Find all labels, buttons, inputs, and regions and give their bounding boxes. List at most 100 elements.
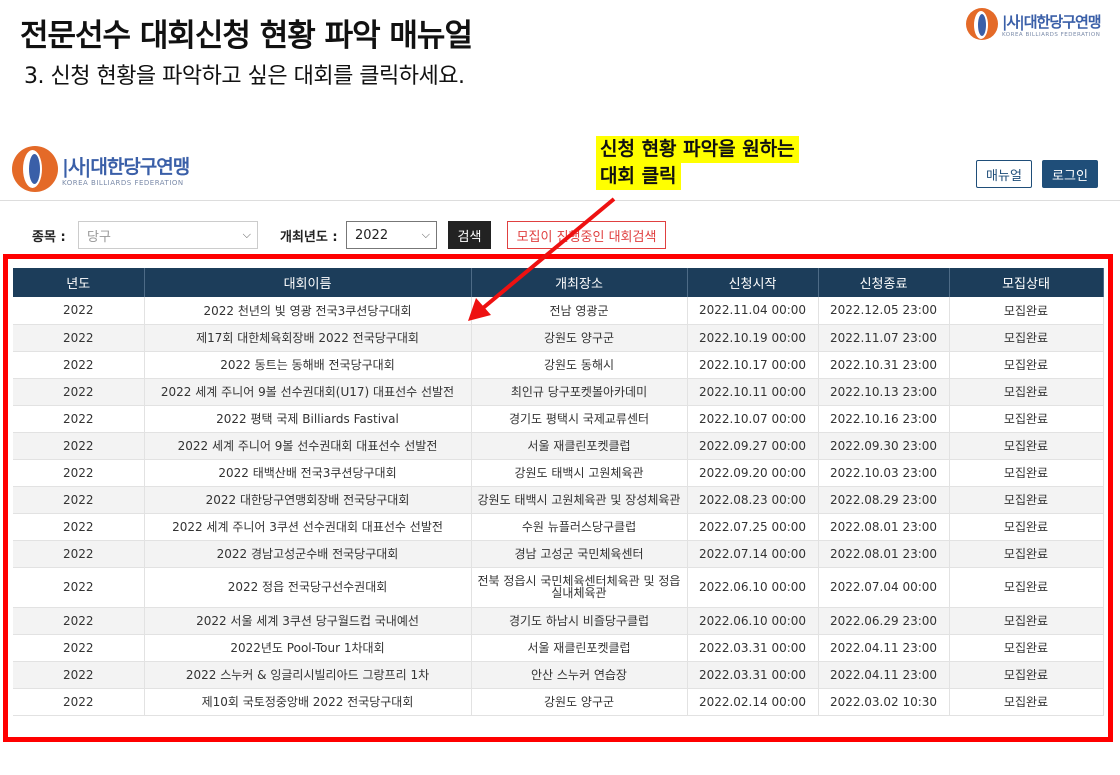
- cell-year: 2022: [13, 688, 145, 716]
- column-header-end[interactable]: 신청종료: [818, 268, 950, 297]
- login-button[interactable]: 로그인: [1042, 160, 1098, 188]
- cell-end: 2022.04.11 23:00: [818, 661, 950, 689]
- cell-venue: 수원 뉴플러스당구클럽: [471, 513, 688, 541]
- cell-competition-name[interactable]: 2022 세계 주니어 3쿠션 선수권대회 대표선수 선발전: [144, 513, 472, 541]
- table-row[interactable]: 2022 제17회 대한체육회장배 2022 전국당구대회 강원도 양구군 2022.…: [13, 324, 1104, 352]
- cell-end: 2022.07.04 00:00: [818, 567, 950, 608]
- cell-venue: 전남 영광군: [471, 297, 688, 325]
- cell-status: 모집완료: [949, 459, 1104, 487]
- cell-competition-name[interactable]: 2022 천년의 빛 영광 전국3쿠션당구대회: [144, 297, 472, 325]
- table-row[interactable]: 2022 2022 서울 세계 3쿠션 당구월드컵 국내예선 경기도 하남시 비즐당…: [13, 607, 1104, 635]
- cell-venue: 경남 고성군 국민체육센터: [471, 540, 688, 568]
- cell-competition-name[interactable]: 2022 평택 국제 Billiards Fastival: [144, 405, 472, 433]
- cell-end: 2022.06.29 23:00: [818, 607, 950, 635]
- cell-competition-name[interactable]: 2022 세계 주니어 9볼 선수권대회 대표선수 선발전: [144, 432, 472, 460]
- cell-competition-name[interactable]: 2022 대한당구연맹회장배 전국당구대회: [144, 486, 472, 514]
- manual-button[interactable]: 매뉴얼: [976, 160, 1032, 188]
- cell-start: 2022.08.23 00:00: [687, 486, 819, 514]
- cell-end: 2022.08.01 23:00: [818, 513, 950, 541]
- table-row[interactable]: 2022 2022 정읍 전국당구선수권대회 전북 정읍시 국민체육센터체육관 및 …: [13, 567, 1104, 608]
- cell-status: 모집완료: [949, 688, 1104, 716]
- table-row[interactable]: 2022 2022 세계 주니어 9볼 선수권대회(U17) 대표선수 선발전 최인…: [13, 378, 1104, 406]
- cell-end: 2022.09.30 23:00: [818, 432, 950, 460]
- cell-year: 2022: [13, 432, 145, 460]
- table-row[interactable]: 2022 2022 세계 주니어 3쿠션 선수권대회 대표선수 선발전 수원 뉴플러…: [13, 513, 1104, 541]
- year-select[interactable]: 2022 ⌵: [346, 221, 437, 249]
- table-row[interactable]: 2022 2022 대한당구연맹회장배 전국당구대회 강원도 태백시 고원체육관 및…: [13, 486, 1104, 514]
- cell-start: 2022.09.27 00:00: [687, 432, 819, 460]
- table-row[interactable]: 2022 2022 경남고성군수배 전국당구대회 경남 고성군 국민체육센터 2022…: [13, 540, 1104, 568]
- column-header-status[interactable]: 모집상태: [949, 268, 1104, 297]
- table-row[interactable]: 2022 2022 천년의 빛 영광 전국3쿠션당구대회 전남 영광군 2022.11…: [13, 297, 1104, 325]
- table-row[interactable]: 2022 제10회 국토정중앙배 2022 전국당구대회 강원도 양구군 2022.0…: [13, 688, 1104, 716]
- table-row[interactable]: 2022 2022 세계 주니어 9볼 선수권대회 대표선수 선발전 서울 재클린포…: [13, 432, 1104, 460]
- chevron-down-icon: ⌵: [421, 228, 430, 241]
- open-recruitment-search-button[interactable]: 모집이 진행중인 대회검색: [507, 221, 666, 249]
- cell-year: 2022: [13, 513, 145, 541]
- site-logo[interactable]: |사|대한당구연맹 KOREA BILLIARDS FEDERATION: [12, 146, 190, 192]
- cell-year: 2022: [13, 486, 145, 514]
- cell-competition-name[interactable]: 2022 동트는 동해배 전국당구대회: [144, 351, 472, 379]
- slide-title: 전문선수 대회신청 현황 파악 매뉴얼: [20, 18, 473, 54]
- logo-korean-name: |사|대한당구연맹: [62, 155, 190, 178]
- cell-year: 2022: [13, 378, 145, 406]
- cell-competition-name[interactable]: 2022년도 Pool-Tour 1차대회: [144, 634, 472, 662]
- cell-venue: 전북 정읍시 국민체육센터체육관 및 정읍실내체육관: [471, 567, 688, 608]
- column-header-venue[interactable]: 개최장소: [471, 268, 688, 297]
- cell-competition-name[interactable]: 2022 서울 세계 3쿠션 당구월드컵 국내예선: [144, 607, 472, 635]
- column-header-start[interactable]: 신청시작: [687, 268, 819, 297]
- table-row[interactable]: 2022 2022 스누커 & 잉글리시빌리아드 그랑프리 1차 안산 스누커 연습…: [13, 661, 1104, 689]
- column-header-name[interactable]: 대회이름: [144, 268, 472, 297]
- cell-end: 2022.10.16 23:00: [818, 405, 950, 433]
- cell-year: 2022: [13, 297, 145, 325]
- cell-status: 모집완료: [949, 567, 1104, 608]
- cell-year: 2022: [13, 607, 145, 635]
- cell-year: 2022: [13, 661, 145, 689]
- cell-venue: 경기도 평택시 국제교류센터: [471, 405, 688, 433]
- cell-start: 2022.10.17 00:00: [687, 351, 819, 379]
- cell-start: 2022.02.14 00:00: [687, 688, 819, 716]
- annotation-callout: 신청 현황 파악을 원하는 대회 클릭: [596, 136, 799, 190]
- table-header-row: 년도 대회이름 개최장소 신청시작 신청종료 모집상태: [13, 268, 1104, 297]
- cell-competition-name[interactable]: 2022 세계 주니어 9볼 선수권대회(U17) 대표선수 선발전: [144, 378, 472, 406]
- cell-end: 2022.03.02 10:30: [818, 688, 950, 716]
- cell-competition-name[interactable]: 2022 스누커 & 잉글리시빌리아드 그랑프리 1차: [144, 661, 472, 689]
- cell-year: 2022: [13, 540, 145, 568]
- cell-year: 2022: [13, 634, 145, 662]
- sport-label: 종목 :: [32, 229, 66, 245]
- table-row[interactable]: 2022 2022 태백산배 전국3쿠션당구대회 강원도 태백시 고원체육관 2022…: [13, 459, 1104, 487]
- cell-competition-name[interactable]: 2022 태백산배 전국3쿠션당구대회: [144, 459, 472, 487]
- federation-logo-top: |사|대한당구연맹 KOREA BILLIARDS FEDERATION: [966, 8, 1102, 40]
- cell-start: 2022.09.20 00:00: [687, 459, 819, 487]
- cell-year: 2022: [13, 351, 145, 379]
- cell-status: 모집완료: [949, 351, 1104, 379]
- cell-competition-name[interactable]: 2022 경남고성군수배 전국당구대회: [144, 540, 472, 568]
- cell-start: 2022.10.07 00:00: [687, 405, 819, 433]
- header-divider: [0, 200, 1120, 201]
- cell-start: 2022.10.19 00:00: [687, 324, 819, 352]
- cell-competition-name[interactable]: 제10회 국토정중앙배 2022 전국당구대회: [144, 688, 472, 716]
- table-row[interactable]: 2022 2022 평택 국제 Billiards Fastival 경기도 평택시…: [13, 405, 1104, 433]
- cell-status: 모집완료: [949, 432, 1104, 460]
- sport-select[interactable]: 당구 ⌵: [78, 221, 258, 249]
- cell-venue: 서울 재클린포켓클럽: [471, 634, 688, 662]
- search-button[interactable]: 검색: [448, 221, 491, 249]
- cell-end: 2022.08.01 23:00: [818, 540, 950, 568]
- cell-venue: 강원도 양구군: [471, 324, 688, 352]
- cell-start: 2022.11.04 00:00: [687, 297, 819, 325]
- cell-start: 2022.03.31 00:00: [687, 661, 819, 689]
- cell-competition-name[interactable]: 제17회 대한체육회장배 2022 전국당구대회: [144, 324, 472, 352]
- cell-venue: 서울 재클린포켓클럽: [471, 432, 688, 460]
- cell-start: 2022.03.31 00:00: [687, 634, 819, 662]
- table-row[interactable]: 2022 2022 동트는 동해배 전국당구대회 강원도 동해시 2022.10.17…: [13, 351, 1104, 379]
- cell-venue: 강원도 태백시 고원체육관: [471, 459, 688, 487]
- cell-venue: 강원도 양구군: [471, 688, 688, 716]
- cell-venue: 최인규 당구포켓볼아카데미: [471, 378, 688, 406]
- cell-year: 2022: [13, 459, 145, 487]
- cell-year: 2022: [13, 567, 145, 608]
- column-header-year[interactable]: 년도: [13, 268, 145, 297]
- cell-competition-name[interactable]: 2022 정읍 전국당구선수권대회: [144, 567, 472, 608]
- cell-start: 2022.10.11 00:00: [687, 378, 819, 406]
- cell-status: 모집완료: [949, 513, 1104, 541]
- table-row[interactable]: 2022 2022년도 Pool-Tour 1차대회 서울 재클린포켓클럽 2022.…: [13, 634, 1104, 662]
